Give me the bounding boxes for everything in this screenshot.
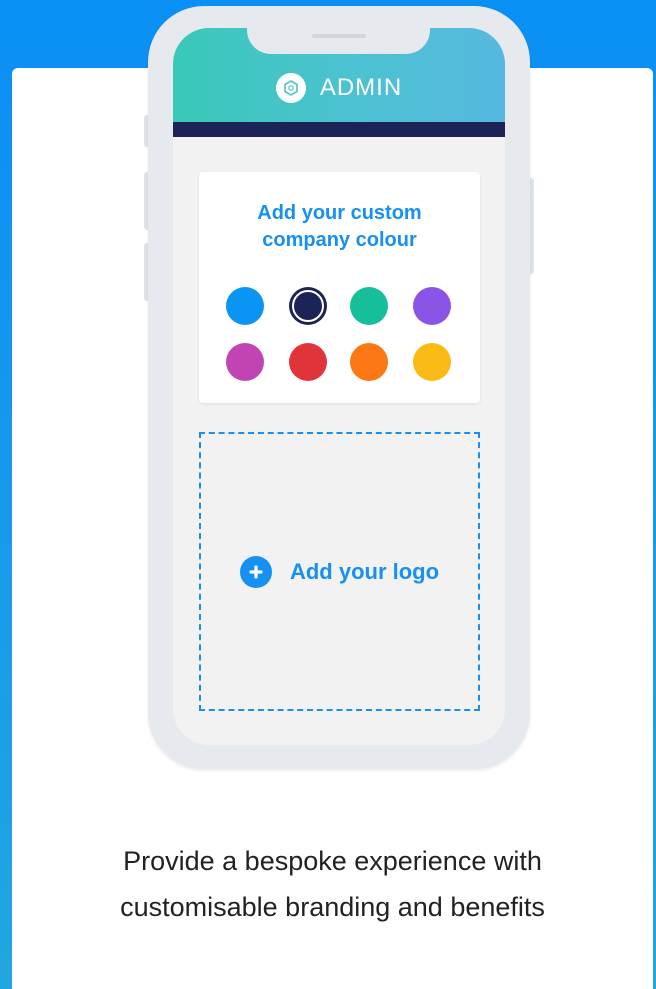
color-swatch-red[interactable]: [289, 343, 327, 381]
app-title: ADMIN: [319, 74, 403, 101]
color-swatch-teal[interactable]: [350, 287, 388, 325]
plus-circle-icon: [239, 555, 272, 588]
color-swatch-blue[interactable]: [226, 287, 264, 325]
phone-screen: ADMIN Add your custom company colour Add…: [173, 28, 505, 745]
header-accent-bar: [173, 122, 505, 137]
add-logo-label: Add your logo: [289, 558, 440, 584]
phone-notch: [247, 6, 430, 54]
phone-speaker: [312, 34, 366, 38]
selected-ring: [292, 290, 324, 322]
feature-caption: Provide a bespoke experience with custom…: [120, 846, 545, 922]
color-swatch-purple[interactable]: [413, 287, 451, 325]
add-logo-dropzone[interactable]: Add your logo: [199, 432, 480, 711]
hexagon-logo-icon: [275, 73, 306, 103]
color-swatch-yellow[interactable]: [413, 343, 451, 381]
color-picker-title: Add your custom company colour: [257, 202, 422, 251]
color-swatch-navy[interactable]: [289, 287, 327, 325]
color-swatch-magenta[interactable]: [226, 343, 264, 381]
color-swatch-orange[interactable]: [350, 343, 388, 381]
color-picker-card: Add your custom company colour: [199, 172, 480, 403]
